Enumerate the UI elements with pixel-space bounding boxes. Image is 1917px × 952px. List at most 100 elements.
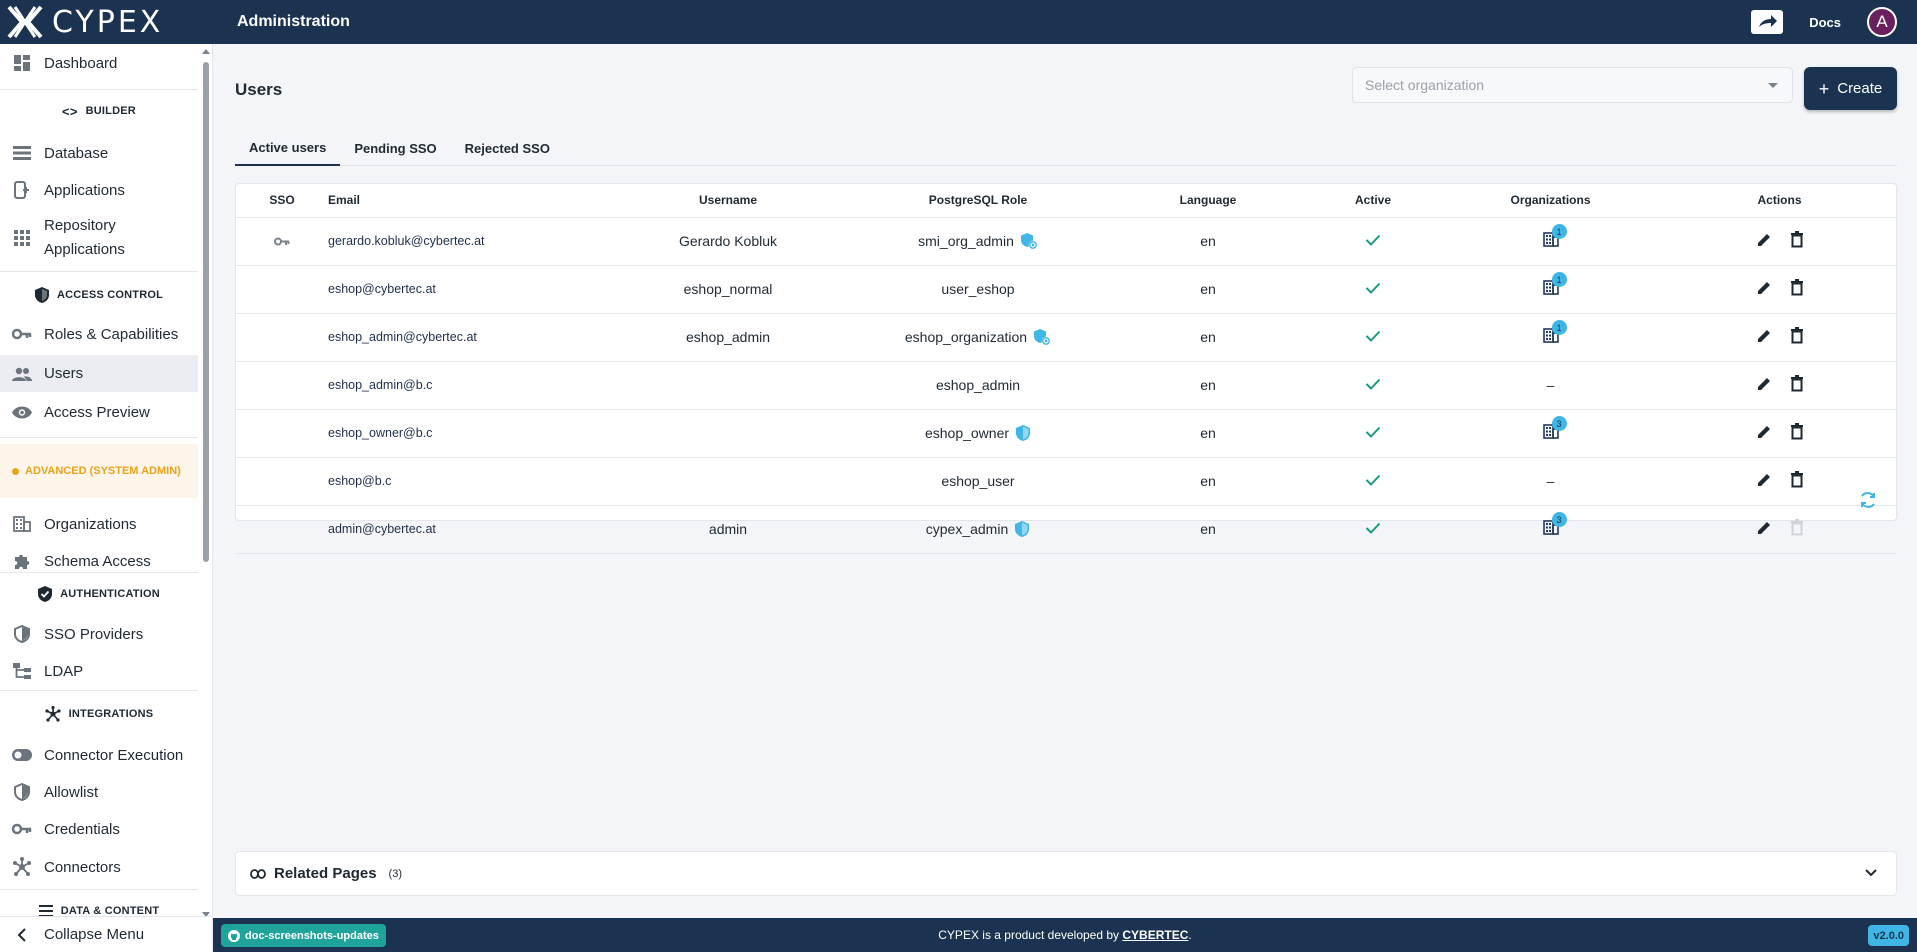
table-row[interactable]: admin@cybertec.at admin cypex_admin en 3 [236,505,1896,554]
table-row[interactable]: gerardo.kobluk@cybertec.at Gerardo Koblu… [236,217,1896,266]
people-icon [12,364,32,384]
sidebar-item-roles[interactable]: Roles & Capabilities [0,320,198,348]
delete-icon[interactable] [1790,327,1804,344]
sidebar-item-label: LDAP [44,662,84,680]
sidebar-item-label: Repository [44,217,116,234]
organizations-badge[interactable]: 3 [1542,512,1567,538]
table-row[interactable]: eshop_admin@b.c eshop_admin en – [236,361,1896,410]
collapse-menu-button[interactable]: Collapse Menu [0,916,212,952]
email-cell: gerardo.kobluk@cybertec.at [328,217,608,266]
refresh-icon[interactable] [1858,490,1878,510]
sidebar-item-connector-execution[interactable]: Connector Execution [0,741,198,769]
edit-icon[interactable] [1756,520,1772,536]
table-row[interactable]: eshop@b.c eshop_user en – [236,457,1896,506]
username-cell: Gerardo Kobluk [608,217,848,266]
tab-rejected-sso[interactable]: Rejected SSO [451,130,564,166]
delete-icon[interactable] [1790,471,1804,488]
docs-link[interactable]: Docs [1809,15,1841,30]
tab-pending-sso[interactable]: Pending SSO [340,130,450,166]
organizations-empty: – [1546,377,1555,393]
related-pages-panel[interactable]: Related Pages (3) [235,851,1897,896]
sidebar-scrollbar[interactable] [201,49,211,918]
divider [0,437,198,438]
sidebar-item-label: Users [44,365,84,382]
sidebar-item-schema-access[interactable]: Schema Access [0,547,198,575]
delete-icon[interactable] [1790,279,1804,296]
list-icon [12,143,32,163]
sidebar-item-label: Connector Execution [44,746,184,764]
column-header-email: Email [328,184,608,218]
email-cell: admin@cybertec.at [328,505,608,554]
org-shield-icon [1033,328,1051,346]
cypex-logo[interactable]: CYPEX [0,0,213,44]
edit-icon[interactable] [1756,280,1772,296]
role-cell: cypex_admin [848,505,1108,554]
divider [0,889,198,890]
key-icon [12,819,32,839]
organization-select[interactable]: Select organization [1352,67,1793,103]
edit-icon[interactable] [1756,472,1772,488]
table-row[interactable]: eshop@cybertec.at eshop_normal user_esho… [236,265,1896,314]
sidebar-item-label: Database [44,144,109,162]
sidebar-item-repository-applications[interactable]: Repository Applications [0,214,198,264]
sidebar-item-allowlist[interactable]: Allowlist [0,778,198,806]
tab-active-users[interactable]: Active users [235,130,341,166]
delete-icon[interactable] [1790,375,1804,392]
section-header-access-control: ACCESS CONTROL [0,286,198,304]
cypex-logo-mark [7,5,43,39]
table-row[interactable]: eshop_admin@cybertec.at eshop_admin esho… [236,313,1896,362]
shield-icon [34,287,49,303]
users-table-card: SSO Email Username PostgreSQL Role Langu… [235,183,1897,554]
organization-count: 3 [1551,512,1567,527]
delete-icon[interactable] [1790,231,1804,248]
sidebar: Dashboard <> BUILDER Database Applicatio… [0,44,213,952]
user-avatar[interactable]: A [1867,7,1897,37]
organizations-badge[interactable]: 3 [1542,416,1567,442]
sidebar-item-ldap[interactable]: LDAP [0,657,198,685]
organizations-badge[interactable]: 1 [1542,272,1567,298]
role-label: smi_org_admin [918,233,1014,249]
role-label: cypex_admin [925,521,1009,537]
sidebar-item-database[interactable]: Database [0,140,198,166]
column-header-username: Username [608,184,848,218]
footer-credit: CYPEX is a product developed by CYBERTEC… [213,928,1917,942]
sidebar-item-organizations[interactable]: Organizations [0,510,198,538]
create-button[interactable]: + Create [1804,67,1897,110]
sidebar-item-credentials[interactable]: Credentials [0,815,198,843]
organizations-badge[interactable]: 1 [1542,224,1567,250]
chevron-down-icon[interactable] [1864,868,1878,877]
share-button[interactable] [1751,10,1784,34]
edit-icon[interactable] [1756,376,1772,392]
sidebar-item-dashboard[interactable]: Dashboard [0,49,198,77]
delete-icon[interactable] [1790,423,1804,440]
cybertec-link[interactable]: CYBERTEC [1122,928,1188,942]
building-icon [12,514,32,534]
active-cell [1308,217,1438,266]
sidebar-item-access-preview[interactable]: Access Preview [0,398,198,426]
sidebar-item-connectors[interactable]: Connectors [0,853,198,881]
sidebar-item-label: Applications [44,241,125,258]
sidebar-item-applications[interactable]: Applications [0,177,198,203]
scroll-thumb[interactable] [203,62,209,562]
column-header-postgresql-role: PostgreSQL Role [848,184,1108,218]
check-icon [1365,377,1381,393]
actions-cell [1663,313,1896,362]
language-cell: en [1108,217,1308,266]
table-row[interactable]: eshop_owner@b.c eshop_owner en 3 [236,409,1896,458]
edit-icon[interactable] [1756,232,1772,248]
edit-icon[interactable] [1756,328,1772,344]
scroll-up-arrow-icon[interactable] [202,49,210,54]
collapse-menu-label: Collapse Menu [44,926,145,943]
key-icon [12,324,32,344]
check-icon [1365,425,1381,441]
add-app-icon [12,180,32,200]
sidebar-item-label: Credentials [44,820,120,838]
sidebar-item-sso-providers[interactable]: SSO Providers [0,620,198,648]
email-cell: eshop_admin@cybertec.at [328,313,608,362]
column-header-organizations: Organizations [1438,184,1663,218]
check-icon [1365,281,1381,297]
sidebar-item-users[interactable]: Users [0,355,198,392]
email-cell: eshop@b.c [328,457,608,506]
organizations-badge[interactable]: 1 [1542,320,1567,346]
edit-icon[interactable] [1756,424,1772,440]
